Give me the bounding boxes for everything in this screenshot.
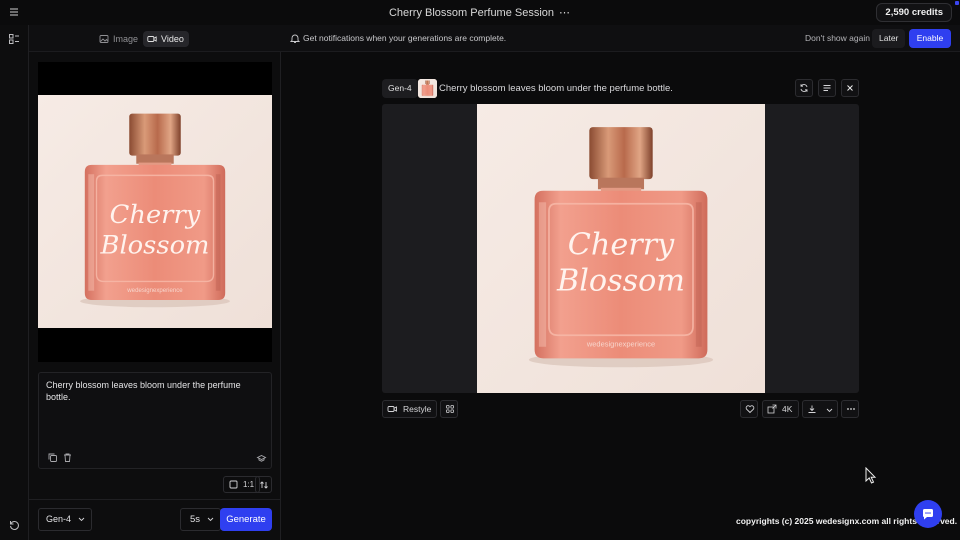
text-lines-icon bbox=[823, 85, 831, 91]
session-title-area: Cherry Blossom Perfume Session ⋯ bbox=[0, 6, 960, 19]
result-header: Gen-4 Cherry blossom leaves bloom under … bbox=[382, 79, 859, 98]
swap-icon bbox=[260, 481, 268, 489]
mouse-cursor-icon bbox=[865, 467, 877, 484]
tab-video[interactable]: Video bbox=[143, 31, 189, 47]
favorite-button[interactable] bbox=[740, 400, 758, 418]
apps-icon bbox=[446, 405, 454, 413]
result-prompt: Cherry blossom leaves bloom under the pe… bbox=[439, 83, 673, 94]
assets-grid-icon[interactable] bbox=[8, 33, 20, 45]
bottle-label-line2: Blossom bbox=[100, 230, 210, 260]
notification-dot bbox=[955, 1, 959, 5]
tab-image[interactable]: Image bbox=[95, 31, 143, 47]
square-icon bbox=[229, 480, 238, 489]
swap-button[interactable] bbox=[255, 476, 272, 493]
credits-badge[interactable]: 2,590 credits bbox=[876, 3, 952, 22]
model-select[interactable]: Gen-4 bbox=[38, 508, 93, 531]
notification-message: Get notifications when your generations … bbox=[303, 33, 507, 43]
perfume-image: Cherry Blossom wedesignexperience bbox=[38, 95, 272, 328]
close-icon bbox=[847, 85, 853, 91]
image-icon bbox=[99, 35, 109, 43]
restyle-button[interactable]: Restyle bbox=[382, 400, 437, 418]
model-select-value: Gen-4 bbox=[46, 514, 72, 524]
enable-button[interactable]: Enable bbox=[909, 29, 951, 48]
duration-select[interactable]: 5s bbox=[180, 508, 222, 531]
tab-video-label: Video bbox=[161, 34, 184, 44]
chevron-down-icon bbox=[207, 517, 214, 522]
composer-panel: Cherry Blossom wedesignexperience Cherry… bbox=[29, 52, 281, 540]
dont-show-again-link[interactable]: Don't show again bbox=[805, 33, 870, 43]
regenerate-button[interactable] bbox=[795, 79, 813, 97]
prompt-text[interactable]: Cherry blossom leaves bloom under the pe… bbox=[46, 379, 266, 403]
prompt-enhance-icon[interactable] bbox=[256, 452, 267, 463]
session-options-button[interactable]: ⋯ bbox=[559, 7, 571, 19]
bottle-label-line1: Cherry bbox=[110, 200, 201, 230]
more-options-button[interactable] bbox=[841, 400, 859, 418]
close-button[interactable] bbox=[841, 79, 859, 97]
top-bar: Cherry Blossom Perfume Session ⋯ 2,590 cr… bbox=[0, 0, 960, 25]
result-thumbnail[interactable] bbox=[418, 79, 437, 98]
resolution-label: 4K bbox=[782, 404, 793, 414]
notification-bar: Image Video Get notifications when your … bbox=[29, 25, 960, 52]
result-video-frame: Cherry Blossom wedesignexperience bbox=[477, 104, 765, 393]
support-chat-button[interactable] bbox=[914, 500, 942, 528]
video-icon bbox=[147, 36, 157, 42]
result-media[interactable]: Cherry Blossom wedesignexperience bbox=[382, 104, 859, 393]
download-icon bbox=[808, 405, 816, 413]
bell-icon bbox=[290, 33, 300, 44]
result-bottle-label-line1: Cherry bbox=[568, 227, 675, 262]
result-model-badge: Gen-4 bbox=[382, 79, 418, 98]
more-tools-button[interactable] bbox=[440, 400, 458, 418]
bottle-brand: wedesignexperience bbox=[126, 288, 183, 294]
left-rail bbox=[0, 25, 29, 540]
result-bottle-brand: wedesignexperience bbox=[586, 340, 655, 349]
copy-icon[interactable] bbox=[47, 452, 58, 463]
history-icon[interactable] bbox=[8, 519, 20, 531]
prompt-input[interactable]: Cherry blossom leaves bloom under the pe… bbox=[38, 372, 272, 469]
result-bottle-label-line2: Blossom bbox=[556, 263, 685, 298]
input-image-preview[interactable]: Cherry Blossom wedesignexperience bbox=[38, 62, 272, 362]
generate-button[interactable]: Generate bbox=[220, 508, 272, 531]
restyle-label: Restyle bbox=[403, 404, 432, 414]
upscale-icon bbox=[767, 404, 777, 414]
download-button[interactable] bbox=[802, 400, 838, 418]
heart-icon bbox=[745, 405, 755, 414]
divider bbox=[29, 499, 281, 500]
trash-icon[interactable] bbox=[62, 452, 73, 463]
chevron-down-icon bbox=[78, 517, 85, 522]
tab-image-label: Image bbox=[113, 34, 139, 44]
perfume-thumbnail-image bbox=[418, 79, 437, 98]
chevron-down-icon bbox=[826, 408, 833, 413]
duration-value: 5s bbox=[190, 514, 201, 525]
aspect-ratio-label: 1:1 bbox=[243, 480, 255, 489]
session-title[interactable]: Cherry Blossom Perfume Session bbox=[389, 7, 554, 19]
chat-icon bbox=[923, 509, 933, 520]
refresh-icon bbox=[800, 84, 808, 92]
video-icon bbox=[387, 406, 397, 412]
upscale-button[interactable]: 4K bbox=[762, 400, 799, 418]
later-button[interactable]: Later bbox=[872, 29, 906, 48]
more-icon bbox=[847, 408, 855, 410]
details-button[interactable] bbox=[818, 79, 836, 97]
